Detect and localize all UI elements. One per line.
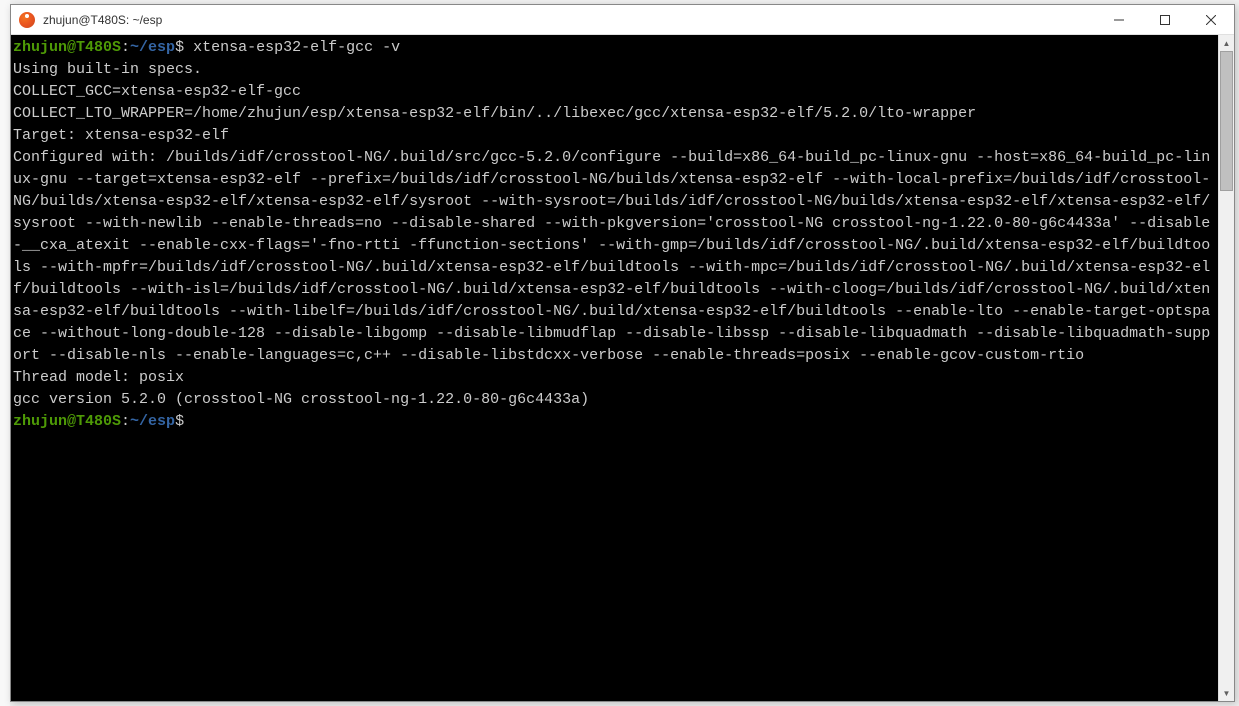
scroll-up-button[interactable]: ▲: [1219, 35, 1234, 51]
maximize-button[interactable]: [1142, 5, 1188, 34]
output-line: Configured with: /builds/idf/crosstool-N…: [13, 149, 1210, 364]
prompt-sep: :: [121, 413, 130, 430]
prompt-user: zhujun@T480S: [13, 39, 121, 56]
scroll-thumb[interactable]: [1220, 51, 1233, 191]
background-edge: [0, 0, 10, 706]
scroll-down-button[interactable]: ▼: [1219, 685, 1234, 701]
window-title: zhujun@T480S: ~/esp: [43, 13, 1096, 27]
prompt-dollar: $: [175, 413, 184, 430]
output-line: COLLECT_LTO_WRAPPER=/home/zhujun/esp/xte…: [13, 105, 976, 122]
output-line: Thread model: posix: [13, 369, 184, 386]
minimize-button[interactable]: [1096, 5, 1142, 34]
maximize-icon: [1160, 15, 1170, 25]
output-line: gcc version 5.2.0 (crosstool-NG crosstoo…: [13, 391, 589, 408]
terminal-window: zhujun@T480S: ~/esp zhujun@T480S:~/esp$ …: [10, 4, 1235, 702]
output-line: Target: xtensa-esp32-elf: [13, 127, 229, 144]
command-text: xtensa-esp32-elf-gcc -v: [184, 39, 400, 56]
close-icon: [1206, 15, 1216, 25]
output-line: Using built-in specs.: [13, 61, 202, 78]
terminal-content[interactable]: zhujun@T480S:~/esp$ xtensa-esp32-elf-gcc…: [11, 35, 1218, 701]
prompt-user: zhujun@T480S: [13, 413, 121, 430]
prompt-path: ~/esp: [130, 413, 175, 430]
ubuntu-icon: [19, 12, 35, 28]
terminal-area: zhujun@T480S:~/esp$ xtensa-esp32-elf-gcc…: [11, 35, 1234, 701]
prompt-sep: :: [121, 39, 130, 56]
close-button[interactable]: [1188, 5, 1234, 34]
titlebar[interactable]: zhujun@T480S: ~/esp: [11, 5, 1234, 35]
minimize-icon: [1114, 15, 1124, 25]
vertical-scrollbar[interactable]: ▲ ▼: [1218, 35, 1234, 701]
prompt-dollar: $: [175, 39, 184, 56]
window-controls: [1096, 5, 1234, 34]
prompt-path: ~/esp: [130, 39, 175, 56]
output-line: COLLECT_GCC=xtensa-esp32-elf-gcc: [13, 83, 301, 100]
